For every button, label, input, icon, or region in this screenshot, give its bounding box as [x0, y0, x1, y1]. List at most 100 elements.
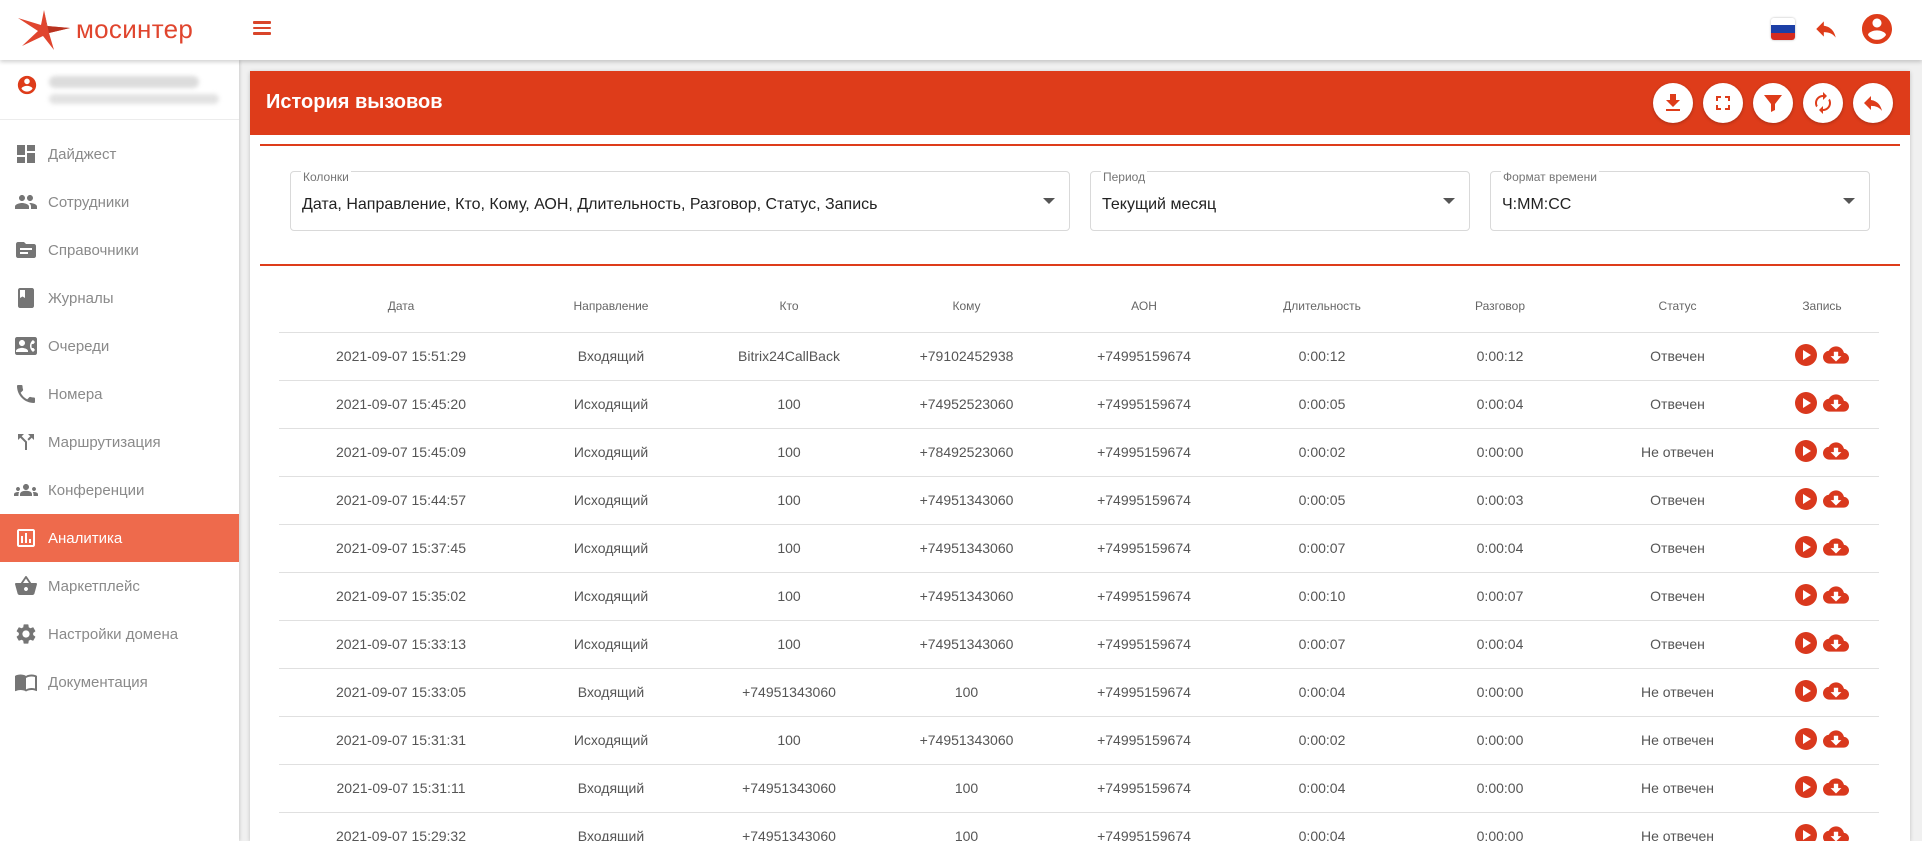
cloud-download-icon[interactable]: [1823, 392, 1849, 414]
divider: [260, 264, 1900, 266]
play-icon[interactable]: [1795, 487, 1817, 510]
column-header-from[interactable]: Кто: [699, 280, 879, 333]
filter-button[interactable]: [1753, 83, 1793, 123]
russian-flag-icon[interactable]: [1771, 18, 1795, 40]
cell-record: [1765, 668, 1879, 717]
table-row[interactable]: 2021-09-07 15:45:09 Исходящий 100 +78492523…: [279, 428, 1879, 477]
cloud-download-icon[interactable]: [1823, 824, 1849, 841]
sidebar-item-conferences[interactable]: Конференции: [0, 466, 239, 514]
cloud-download-icon[interactable]: [1823, 584, 1849, 606]
sidebar-item-marketplace[interactable]: Маркетплейс: [0, 562, 239, 610]
columns-select[interactable]: Колонки Дата, Направление, Кто, Кому, АО…: [290, 170, 1070, 231]
sidebar-item-queues[interactable]: Очереди: [0, 322, 239, 370]
table-row[interactable]: 2021-09-07 15:33:05 Входящий +74951343060 1…: [279, 668, 1879, 717]
cloud-download-icon[interactable]: [1823, 344, 1849, 366]
table-row[interactable]: 2021-09-07 15:51:29 Входящий Bitrix24CallB…: [279, 332, 1879, 381]
play-icon[interactable]: [1795, 439, 1817, 462]
cloud-download-icon[interactable]: [1823, 728, 1849, 750]
cloud-download-icon[interactable]: [1823, 536, 1849, 558]
cell-record: [1765, 380, 1879, 429]
cell-direction: Исходящий: [523, 524, 699, 573]
filter-icon: [1764, 95, 1782, 112]
cell-status: Отвечен: [1590, 524, 1765, 573]
sidebar-item-documentation[interactable]: Документация: [0, 658, 239, 706]
cloud-download-icon[interactable]: [1823, 488, 1849, 510]
play-icon[interactable]: [1795, 583, 1817, 606]
hamburger-icon[interactable]: [250, 18, 274, 40]
sidebar-item-employees[interactable]: Сотрудники: [0, 178, 239, 226]
cloud-download-icon[interactable]: [1823, 680, 1849, 702]
column-header-status[interactable]: Статус: [1590, 280, 1765, 333]
sidebar-item-routing[interactable]: Маршрутизация: [0, 418, 239, 466]
play-icon[interactable]: [1795, 727, 1817, 750]
chart-icon: [17, 529, 35, 547]
cell-date: 2021-09-07 15:31:31: [279, 716, 523, 765]
table-row[interactable]: 2021-09-07 15:29:32 Входящий +74951343060 1…: [279, 812, 1879, 841]
column-header-date[interactable]: Дата: [279, 280, 523, 333]
call-split-icon: [18, 434, 34, 450]
table-row[interactable]: 2021-09-07 15:37:45 Исходящий 100 +74951343…: [279, 524, 1879, 573]
cell-date: 2021-09-07 15:33:05: [279, 668, 523, 717]
fullscreen-button[interactable]: [1703, 83, 1743, 123]
sidebar-item-domain-settings[interactable]: Настройки домена: [0, 610, 239, 658]
play-icon[interactable]: [1795, 535, 1817, 558]
reply-icon: [1864, 96, 1882, 111]
period-select[interactable]: Период Текущий месяц: [1090, 170, 1470, 231]
cell-status: Не отвечен: [1590, 812, 1765, 841]
refresh-icon: [1815, 92, 1831, 114]
time-format-select[interactable]: Формат времени Ч:ММ:СС: [1490, 170, 1870, 231]
table-row[interactable]: 2021-09-07 15:45:20 Исходящий 100 +74952523…: [279, 380, 1879, 429]
cell-direction: Исходящий: [523, 716, 699, 765]
back-button[interactable]: [1853, 83, 1893, 123]
reply-icon[interactable]: [1813, 16, 1839, 42]
cloud-download-icon[interactable]: [1823, 776, 1849, 798]
play-icon[interactable]: [1795, 823, 1817, 841]
cell-caller-id: +74995159674: [1054, 668, 1234, 717]
sidebar-item-analytics[interactable]: Аналитика: [0, 514, 239, 562]
sidebar-item-label: Справочники: [48, 241, 139, 259]
table-row[interactable]: 2021-09-07 15:44:57 Исходящий 100 +74951343…: [279, 476, 1879, 525]
cell-caller-id: +74995159674: [1054, 572, 1234, 621]
play-icon[interactable]: [1795, 679, 1817, 702]
play-icon[interactable]: [1795, 391, 1817, 414]
cell-direction: Входящий: [523, 332, 699, 381]
download-button[interactable]: [1653, 83, 1693, 123]
table-row[interactable]: 2021-09-07 15:35:02 Исходящий 100 +74951343…: [279, 572, 1879, 621]
phone-icon: [17, 385, 35, 403]
sidebar-item-digest[interactable]: Дайджест: [0, 130, 239, 178]
cloud-download-icon[interactable]: [1823, 632, 1849, 654]
cell-talk-time: 0:00:12: [1410, 332, 1590, 381]
table-row[interactable]: 2021-09-07 15:31:31 Исходящий 100 +74951343…: [279, 716, 1879, 765]
cell-date: 2021-09-07 15:33:13: [279, 620, 523, 669]
column-header-to[interactable]: Кому: [879, 280, 1054, 333]
chevron-down-icon: [1843, 198, 1855, 204]
play-icon[interactable]: [1795, 775, 1817, 798]
play-icon[interactable]: [1795, 343, 1817, 366]
column-header-talk-time[interactable]: Разговор: [1410, 280, 1590, 333]
column-header-duration[interactable]: Длительность: [1234, 280, 1410, 333]
cloud-download-icon[interactable]: [1823, 440, 1849, 462]
cell-record: [1765, 476, 1879, 525]
logo[interactable]: мосинтер: [14, 6, 204, 52]
period-label: Период: [1101, 170, 1148, 184]
table-row[interactable]: 2021-09-07 15:33:13 Исходящий 100 +74951343…: [279, 620, 1879, 669]
refresh-button[interactable]: [1803, 83, 1843, 123]
cell-duration: 0:00:02: [1234, 716, 1410, 765]
cell-caller-id: +74995159674: [1054, 428, 1234, 477]
user-profile[interactable]: [0, 60, 239, 120]
sidebar-item-journals[interactable]: Журналы: [0, 274, 239, 322]
sidebar-item-directories[interactable]: Справочники: [0, 226, 239, 274]
sidebar-item-numbers[interactable]: Номера: [0, 370, 239, 418]
table-row[interactable]: 2021-09-07 15:31:11 Входящий +74951343060 1…: [279, 764, 1879, 813]
record-actions: [1795, 535, 1849, 558]
cell-caller-id: +74995159674: [1054, 332, 1234, 381]
play-icon[interactable]: [1795, 631, 1817, 654]
basket-icon: [15, 576, 37, 595]
cell-record: [1765, 716, 1879, 765]
column-header-caller-id[interactable]: АОН: [1054, 280, 1234, 333]
cell-record: [1765, 812, 1879, 841]
account-circle-icon[interactable]: [1859, 11, 1895, 47]
cell-talk-time: 0:00:03: [1410, 476, 1590, 525]
contact-card-icon: [15, 337, 37, 355]
column-header-direction[interactable]: Направление: [523, 280, 699, 333]
